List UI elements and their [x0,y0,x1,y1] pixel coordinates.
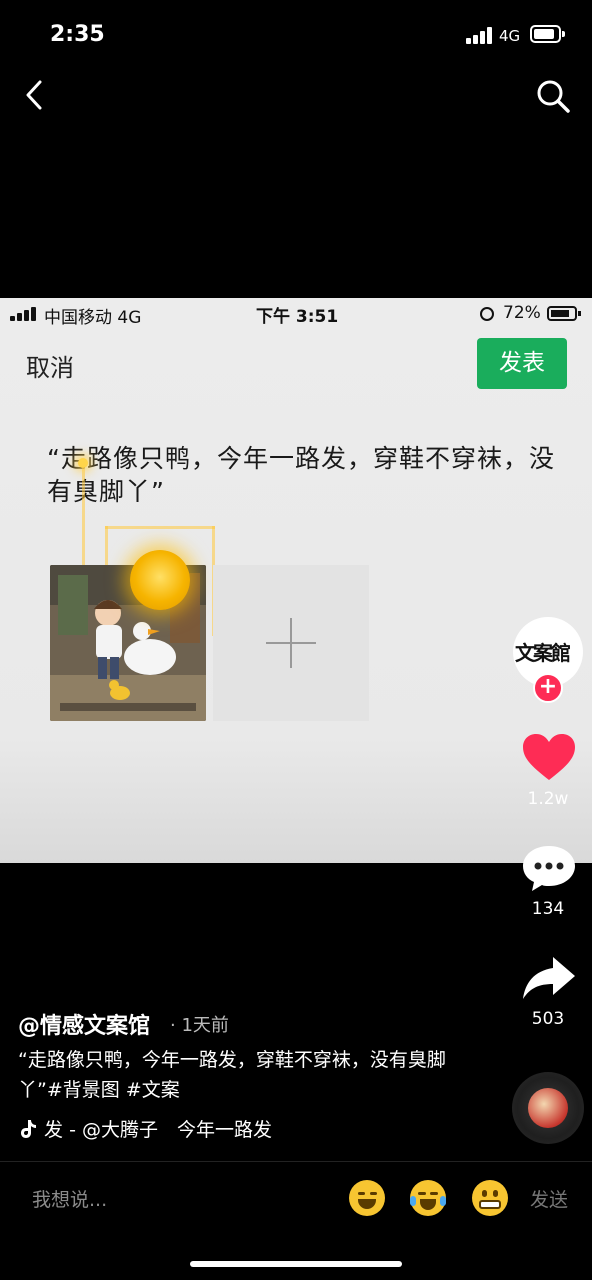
music-info[interactable]: 发 - @大腾子 今年一路发 [18,1115,272,1142]
video-frame[interactable]: 中国移动 4G 下午 3:51 72% 取消 发表 “走路像只鸭，今年一路发，穿… [0,298,592,863]
home-indicator[interactable] [190,1261,402,1267]
heart-icon[interactable] [521,732,577,782]
network-type: 4G [499,27,521,45]
quote-text: “走路像只鸭，今年一路发，穿鞋不穿袜，没有臭脚丫” [47,444,555,506]
status-bar: 2:35 4G [0,0,592,70]
post-button: 发表 [477,338,567,389]
comment-count: 134 [531,899,565,919]
follow-button[interactable]: + [533,673,563,703]
like-count: 1.2w [527,789,569,809]
post-time: · 1天前 [170,1015,229,1036]
glow-line [105,526,215,529]
battery-icon [530,25,565,43]
share-icon[interactable] [521,955,577,1001]
add-image-tile [213,565,369,721]
search-icon[interactable] [535,78,571,114]
chevron-left-icon[interactable] [18,78,52,112]
post-caption: “走路像只鸭，今年一路发，穿鞋不穿袜，没有臭脚丫”#背景图 #文案 [18,1049,446,1101]
send-button[interactable]: 发送 [530,1185,568,1212]
share-count: 503 [531,1009,565,1029]
rotation-lock-icon [480,307,494,321]
status-time: 2:35 [50,22,105,47]
sparkle-icon [78,458,88,468]
avatar-logo: 文案館 [515,641,571,665]
comment-input[interactable]: 我想说... [32,1185,107,1212]
video-inner-status-bar: 中国移动 4G 下午 3:51 72% [0,298,592,328]
grinning-emoji[interactable] [472,1180,508,1216]
sun-sticker [130,550,190,610]
tiktok-note-icon [21,1120,36,1138]
divider [0,1161,592,1162]
inner-battery-percent: 72% [503,303,541,323]
crying-laughing-emoji[interactable] [410,1180,446,1216]
inner-signal-icon [10,307,38,321]
laughing-tears-emoji[interactable] [349,1180,385,1216]
music-disc-icon[interactable] [512,1072,584,1144]
music-title: 发 - @大腾子 今年一路发 [44,1119,272,1141]
inner-carrier: 中国移动 4G [44,308,142,328]
inner-battery-icon [547,306,581,321]
signal-icon [466,27,494,44]
author-name[interactable]: @情感文案馆 [18,1008,150,1040]
inner-time: 下午 3:51 [256,307,339,327]
comment-icon[interactable] [521,843,577,893]
cancel-button: 取消 [26,354,74,382]
